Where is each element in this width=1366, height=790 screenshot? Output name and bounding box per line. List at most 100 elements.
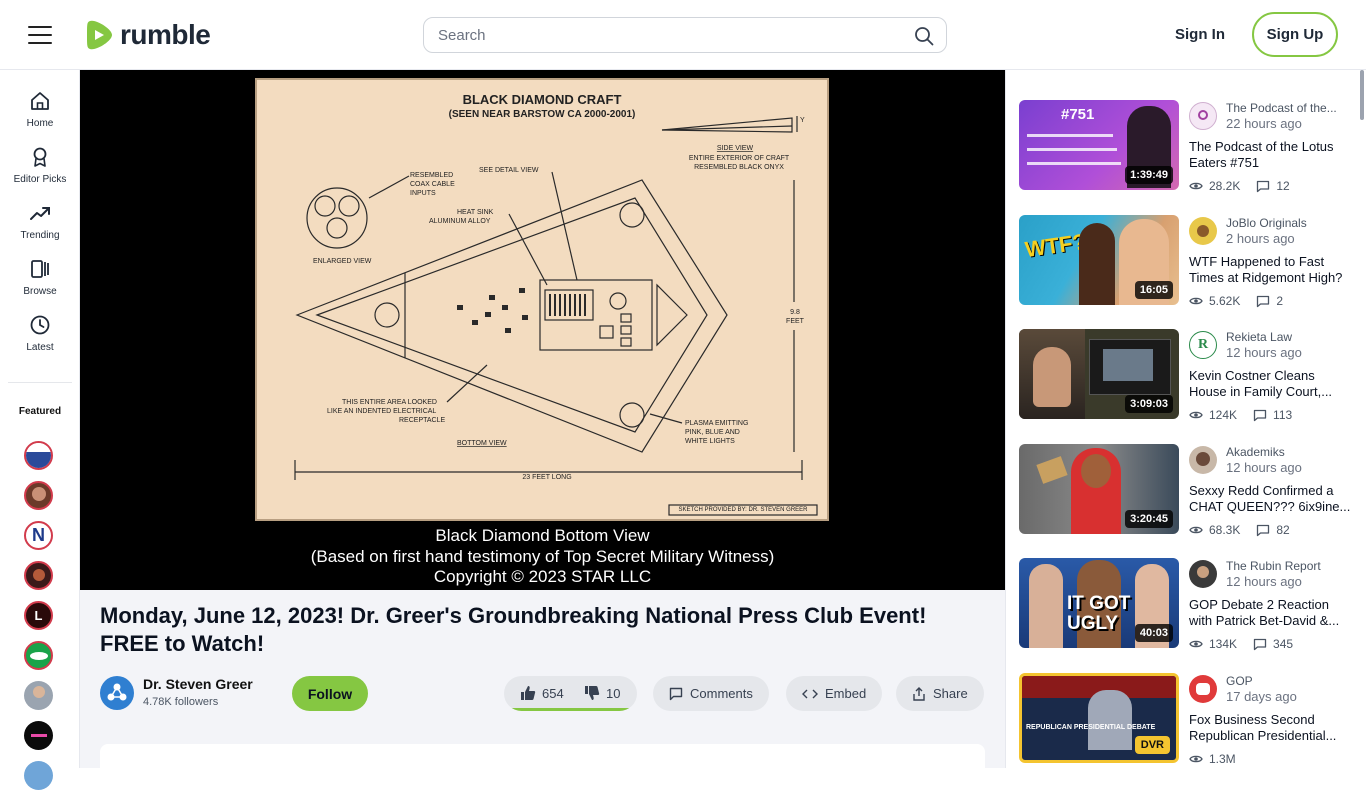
featured-channel-avatar[interactable] (24, 441, 53, 470)
channel-name[interactable]: Rekieta Law (1226, 330, 1354, 344)
view-count: 134K (1209, 637, 1238, 651)
sketch-detail-label: SEE DETAIL VIEW (479, 167, 539, 174)
recommended-title[interactable]: Kevin Costner Cleans House in Family Cou… (1189, 368, 1355, 400)
channel-name[interactable]: JoBlo Originals (1226, 216, 1354, 230)
left-sidebar: Home Editor Picks Trending Browse Latest… (0, 70, 80, 790)
channel-name[interactable]: GOP (1226, 674, 1354, 688)
comment-count: 113 (1273, 408, 1293, 422)
recommended-title[interactable]: Sexxy Redd Confirmed a CHAT QUEEN??? 6ix… (1189, 483, 1355, 515)
nav-trending[interactable]: Trending (0, 202, 80, 254)
comments-button[interactable]: Comments (653, 676, 769, 711)
trending-icon (30, 207, 50, 220)
featured-channel-avatar[interactable] (24, 761, 53, 790)
sign-up-button[interactable]: Sign Up (1252, 12, 1338, 57)
nav-editor-picks[interactable]: Editor Picks (0, 146, 80, 198)
channel-avatar[interactable] (100, 676, 134, 710)
video-caption-line: Black Diamond Bottom View (435, 526, 650, 545)
sketch-plasma-label: PLASMA EMITTING (685, 420, 748, 427)
comment-icon (669, 687, 683, 700)
video-stats: 28.2K 12 (1189, 179, 1290, 193)
embed-button[interactable]: Embed (786, 676, 883, 711)
featured-channel-avatar[interactable] (24, 641, 53, 670)
thumbnail-text: REPUBLICAN PRESIDENTIAL DEBATE (1026, 724, 1156, 731)
description-box (100, 744, 985, 784)
recommended-title[interactable]: The Podcast of the Lotus Eaters #751 (1189, 139, 1355, 171)
sketch-coax-label: COAX CABLE (410, 181, 455, 188)
video-caption-line: (Based on first hand testimony of Top Se… (310, 547, 775, 566)
sidebar-scrollbar[interactable] (1360, 70, 1364, 120)
video-thumbnail[interactable]: WTF? 16:05 (1019, 215, 1179, 305)
featured-channel-avatar[interactable]: N (24, 521, 53, 550)
eye-icon (1189, 182, 1203, 190)
channel-name[interactable]: The Podcast of the... (1226, 101, 1354, 115)
video-thumbnail[interactable]: REPUBLICAN PRESIDENTIAL DEBATE DVR (1019, 673, 1179, 763)
featured-channel-avatar[interactable]: L (24, 601, 53, 630)
video-thumbnail[interactable]: #751 1:39:49 (1019, 100, 1179, 190)
recommended-video[interactable]: IT GOT UGLY 40:03 The Rubin Report 12 ho… (1019, 558, 1359, 651)
search-bar (423, 17, 947, 53)
channel-avatar[interactable] (1189, 560, 1217, 588)
top-header: rumble Sign In Sign Up (0, 0, 1366, 70)
home-icon (31, 92, 49, 110)
menu-icon[interactable] (28, 26, 52, 44)
search-input[interactable] (424, 18, 884, 52)
video-frame-sketch: BLACK DIAMOND CRAFT (SEEN NEAR BARSTOW C… (255, 78, 829, 521)
sign-in-button[interactable]: Sign In (1175, 26, 1225, 43)
comment-icon (1257, 295, 1270, 307)
recommended-video[interactable]: #751 1:39:49 The Podcast of the... 22 ho… (1019, 100, 1359, 193)
nav-latest[interactable]: Latest (0, 314, 80, 366)
comment-icon (1257, 524, 1270, 536)
vote-bar: 654 10 (504, 676, 637, 711)
sketch-heatsink-label: HEAT SINK (457, 209, 494, 216)
nav-browse[interactable]: Browse (0, 258, 80, 310)
recommended-title[interactable]: Fox Business Second Republican President… (1189, 712, 1355, 744)
channel-avatar[interactable] (1189, 675, 1217, 703)
featured-channel-avatar[interactable] (24, 681, 53, 710)
dislike-count: 10 (606, 685, 621, 701)
comments-label: Comments (690, 686, 753, 701)
video-thumbnail[interactable]: 3:20:45 (1019, 444, 1179, 534)
featured-channel-avatar[interactable] (24, 561, 53, 590)
recommended-video[interactable]: WTF? 16:05 JoBlo Originals 2 hours ago W… (1019, 215, 1359, 308)
video-thumbnail[interactable]: IT GOT UGLY 40:03 (1019, 558, 1179, 648)
channel-name[interactable]: Dr. Steven Greer (143, 676, 253, 692)
featured-channel-avatar[interactable] (24, 721, 53, 750)
channel-name[interactable]: Akademiks (1226, 445, 1354, 459)
comment-icon (1257, 180, 1270, 192)
recommended-video[interactable]: 3:20:45 Akademiks 12 hours ago Sexxy Red… (1019, 444, 1359, 537)
recommended-video[interactable]: 3:09:03 R Rekieta Law 12 hours ago Kevin… (1019, 329, 1359, 422)
clock-icon (30, 315, 50, 335)
recommended-title[interactable]: WTF Happened to Fast Times at Ridgemont … (1189, 254, 1355, 286)
featured-heading: Featured (18, 406, 62, 417)
dislike-button[interactable]: 10 (584, 685, 620, 701)
sketch-drawing: BLACK DIAMOND CRAFT (SEEN NEAR BARSTOW C… (294, 92, 818, 516)
channel-name[interactable]: The Rubin Report (1226, 559, 1354, 573)
upload-time: 2 hours ago (1226, 231, 1295, 246)
comment-count: 2 (1276, 294, 1284, 308)
channel-avatar[interactable]: R (1189, 331, 1217, 359)
video-player[interactable]: BLACK DIAMOND CRAFT (SEEN NEAR BARSTOW C… (80, 70, 1005, 590)
video-duration: 3:20:45 (1125, 510, 1173, 528)
search-icon[interactable] (914, 26, 934, 46)
like-button[interactable]: 654 (520, 685, 564, 701)
featured-channel-avatar[interactable] (24, 481, 53, 510)
ribbon-icon (33, 147, 47, 167)
channel-avatar[interactable] (1189, 446, 1217, 474)
video-stats: 134K 345 (1189, 637, 1293, 651)
channel-avatar[interactable] (1189, 102, 1217, 130)
nav-home[interactable]: Home (0, 90, 80, 142)
rumble-logo[interactable]: rumble (86, 18, 211, 52)
recommended-title[interactable]: GOP Debate 2 Reaction with Patrick Bet-D… (1189, 597, 1355, 629)
recommended-video[interactable]: REPUBLICAN PRESIDENTIAL DEBATE DVR GOP 1… (1019, 673, 1359, 766)
embed-label: Embed (825, 686, 867, 701)
upload-time: 12 hours ago (1226, 345, 1302, 360)
video-stats: 68.3K 82 (1189, 523, 1290, 537)
video-title: Monday, June 12, 2023! Dr. Greer's Groun… (100, 603, 927, 656)
share-button[interactable]: Share (896, 676, 984, 711)
video-thumbnail[interactable]: 3:09:03 (1019, 329, 1179, 419)
channel-avatar[interactable] (1189, 217, 1217, 245)
main-content: BLACK DIAMOND CRAFT (SEEN NEAR BARSTOW C… (80, 70, 1005, 784)
follow-button[interactable]: Follow (292, 676, 368, 711)
nav-browse-label: Browse (23, 286, 57, 297)
video-stats: 1.3M (1189, 752, 1236, 766)
